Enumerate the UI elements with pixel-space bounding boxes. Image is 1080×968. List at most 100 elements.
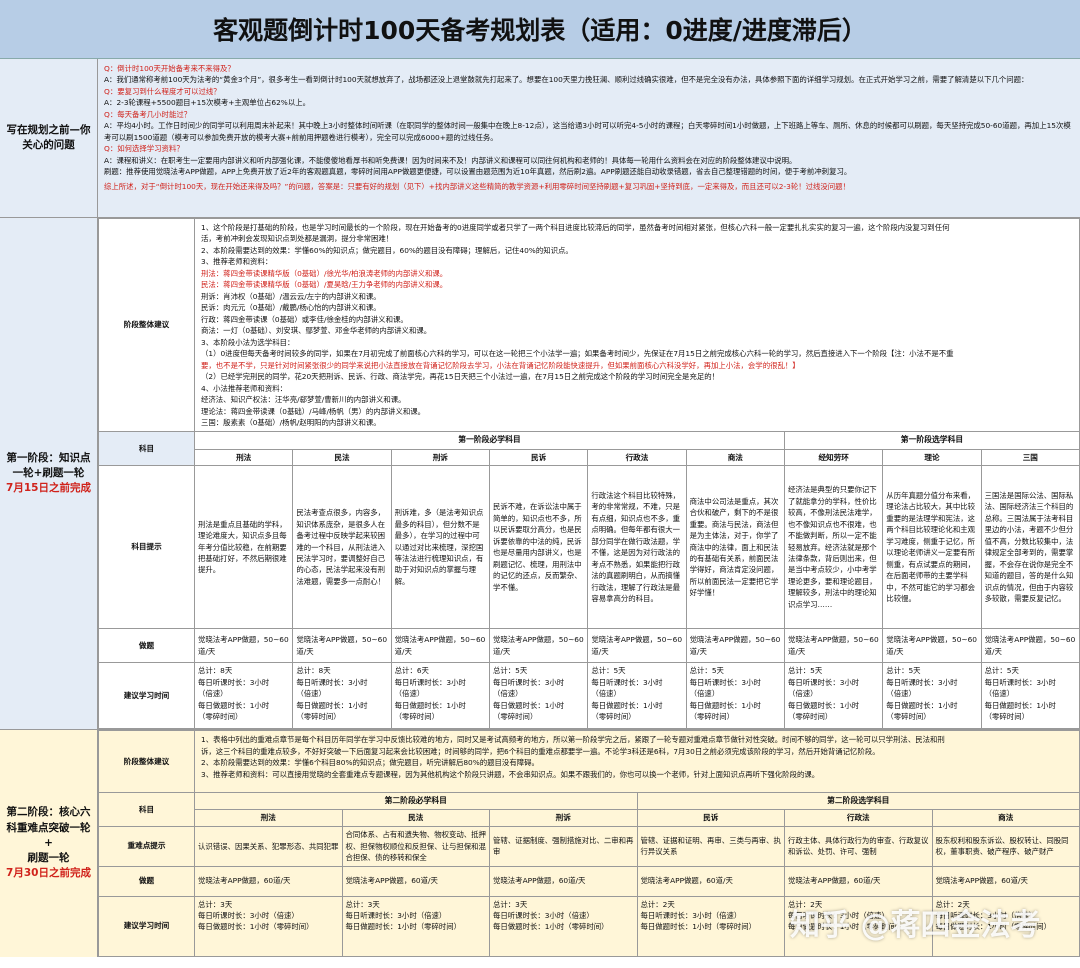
stage1-time-cell: 总计：5天 每日听课时长：3小时 （倍速） 每日做题时长：1小时 （零碎时间） — [783, 662, 884, 730]
time-line: 总计：3天 — [493, 899, 528, 909]
plan-line: 民诉：肉元元（0基础）/戴鹏/杨心怡的内部讲义和课。 — [201, 303, 381, 313]
watermark: 知乎 @蒋四金法考 — [790, 908, 1041, 943]
time-line: 每日听课时长：3小时（倍速） — [493, 911, 594, 920]
stage2-time-cell: 总计：3天 每日听课时长：3小时（倍速） 每日做题时长：1小时（零碎时间） — [489, 895, 638, 957]
stage2-practice-cell: 觉晓法考APP做题，60道/天 — [931, 865, 1080, 897]
time-line: 每日听课时长：3小时 — [689, 677, 761, 687]
stage2-label-line1: 第二阶段：核心六 — [6, 806, 91, 819]
stage1-time-cell: 总计：8天 每日听课时长：3小时 （倍速） 每日做题时长：1小时 （零碎时间） — [292, 662, 392, 730]
time-line: 每日听课时长：3小时 — [394, 677, 466, 687]
time-line: （零碎时间） — [492, 712, 538, 722]
stage1-time-cell: 总计：5天 每日听课时长：3小时 （倍速） 每日做题时长：1小时 （零碎时间） — [587, 662, 687, 730]
time-line: 每日做题时长：1小时 — [591, 700, 663, 710]
time-line: （倍速） — [198, 689, 228, 699]
time-line: 每日做题时长：1小时 — [198, 700, 270, 710]
stage1-deadline: 7月15日之前完成 — [6, 482, 91, 495]
time-line: 每日做题时长：1小时（零碎时间） — [198, 922, 314, 932]
stage2-time-cell: 总计：3天每日听课时长：3小时（倍速） 每日做题时长：1小时（零碎时间） — [194, 895, 343, 957]
stage1-tip-cell: 民法考查点很多，内容多，知识体系庞杂，是很多人在备考过程中反映学起来较困难的一个… — [292, 465, 392, 630]
plan-line: 刑法：蒋四金带读课精华版（0基础）/徐光华/柏浪涛老师的内部讲义和课。 — [201, 268, 448, 278]
plan-line: 民法：蒋四金带读课精华版（0基础）/夏昊晗/王力争老师的内部讲义和课。 — [201, 280, 448, 290]
time-line: 总计：6天 — [394, 666, 429, 676]
stage1-subject-2: 刑诉 — [390, 448, 490, 467]
plan-line: 1、表格中列出的重难点章节是每个科目历年同学在学习中反馈比较难的地方，同时又是考… — [201, 735, 945, 745]
time-line: （零碎时间） — [591, 712, 636, 722]
time-line: 总计：5天 — [492, 666, 528, 676]
stage1-time-cell: 总计：8天 每日听课时长：3小时 （倍速） 每日做题时长：1小时 （零碎时间） — [193, 662, 294, 730]
stage1-subject-5: 商法 — [685, 448, 785, 467]
stage1-tip-cell: 刑法是重点且基础的学科，理论难度大，知识点多且每年考分值比较稳，在前期要把基础打… — [193, 465, 294, 630]
qa-line: A：课程和讲义：在职考生一定要用内部讲义和听内部强化课，不能傻傻地看厚书和听免费… — [104, 155, 797, 165]
stage1-practice-cell: 觉晓法考APP做题，50~60道/天 — [783, 628, 884, 664]
stage1-subject-3: 民诉 — [488, 448, 589, 467]
stage1-plan-label: 阶段整体建议 — [98, 217, 195, 433]
time-line: （倍速） — [394, 689, 425, 699]
plan-line: 2、本阶段需要达到的效果：学懂6个科目80%的知识点；做完题目，听完讲解后80%… — [201, 758, 539, 768]
plan-line: 经济法、知识产权法：汪华亮/郄梦萱/曹新川的内部讲义和课。 — [201, 395, 406, 405]
time-line: 每日做题时长：1小时 — [296, 700, 368, 710]
time-line: 总计：5天 — [591, 666, 626, 676]
time-line: 每日听课时长：3小时 — [492, 677, 565, 687]
qa-line: A：平均4小时。工作日时间少的同学可以利用周末补起来！其中晚上3小时整体时间听课… — [104, 121, 1071, 142]
stage1-label-line1: 第一阶段：知识点 — [6, 451, 91, 464]
stage1-label: 第一阶段：知识点 一轮+刷题一轮 7月15日之前完成 — [0, 218, 98, 730]
time-line: 总计：8天 — [296, 666, 331, 676]
page-title: 客观题倒计时100天备考规划表（适用：0进度/进度滞后） — [0, 0, 1080, 59]
time-line: 每日做题时长：1小时 — [394, 700, 466, 710]
stage1-label-line2: 一轮+刷题一轮 — [12, 467, 85, 480]
stage2-subject-label: 科目 — [98, 792, 195, 828]
qa-line: A：2-3轮课程+5500题目+15次模考+主观单位占62%以上。 — [104, 98, 310, 108]
stage2-subject-1: 民法 — [341, 809, 490, 828]
qa-line: Q：要复习到什么程度才可以过线？ — [104, 86, 221, 96]
stage1-tip-cell: 民诉不难，在诉讼法中属于简单的，知识点也不多，所以民诉要取分高分，也是民诉要依靠… — [488, 465, 589, 630]
stage2-subject-3: 民诉 — [636, 809, 785, 828]
stage2-key-label: 重难点提示 — [98, 826, 195, 867]
stage1-subject-8: 三国 — [980, 448, 1080, 467]
time-line: 总计：5天 — [787, 666, 823, 676]
qa-line: A：我们通常称考前100天为法考的“黄金3个月”，很多考生一看到倒计时100天就… — [104, 75, 1029, 85]
plan-line: 3、推荐老师和资料： — [201, 257, 273, 267]
time-line: 每日做题时长：1小时 — [492, 700, 565, 710]
plan-line: 刑诉：肖沛权（0基础）/温云云/左宁的内部讲义和课。 — [201, 291, 381, 301]
time-line: （倍速） — [886, 689, 916, 699]
time-line: （零碎时间） — [296, 712, 341, 722]
stage1-practice-cell: 觉晓法考APP做题，50~60道/天 — [193, 628, 294, 664]
time-line: 每日听课时长：3小时 — [296, 677, 368, 687]
time-line: （倍速） — [787, 689, 818, 699]
stage2-key-cell: 管辖、证据和证明、再审、三类与再审、执行异议关系 — [636, 826, 785, 867]
stage2-label-line3: 刷题一轮 — [27, 852, 70, 865]
stage1-subject-0: 刑法 — [193, 448, 294, 467]
stage1-tip-cell: 商法中公司法是重点，其次合伙和破产，剩下的不是很重要。商法与民法，商法但是为主体… — [685, 465, 785, 630]
stage1-tip-cell: 刑诉难，多（是法考知识点最多的科目），但分数不是最多），在学习的过程中可以通过对… — [390, 465, 490, 630]
time-line: （零碎时间） — [198, 712, 243, 722]
time-line: 每日做题时长：1小时（零碎时间） — [640, 922, 757, 932]
time-line: 总计：5天 — [886, 666, 921, 676]
stage1-time-label: 建议学习时间 — [98, 662, 195, 730]
time-line: 每日做题时长：1小时 — [689, 700, 761, 710]
stage2-key-cell: 认识错误、因果关系、犯罪形态、共同犯罪 — [194, 826, 343, 867]
plan-line: 1、这个阶段是打基础的阶段，也是学习时间最长的一个阶段，现在开始备考的0进度同学… — [201, 223, 950, 232]
time-line: （倍速） — [492, 689, 523, 699]
plan-line: 2、本阶段需要达到的效果：学懂60%的知识点；做完题目，60%的题目没有障碍；理… — [201, 245, 573, 255]
time-line: 每日做题时长：1小时 — [787, 700, 860, 710]
time-line: 总计：3天 — [198, 899, 233, 909]
time-line: （零碎时间） — [689, 712, 734, 722]
stage2-key-cell: 管辖、证据制度、强制措施对比、二审和再审 — [489, 826, 638, 867]
stage1-subject-6: 经知劳环 — [783, 448, 884, 467]
time-line: （零碎时间） — [394, 712, 440, 722]
stage2-must-head: 第二阶段必学科目 — [194, 792, 638, 811]
plan-line: 4、小法推荐老师和资料： — [201, 383, 288, 393]
stage1-practice-cell: 觉晓法考APP做题，50~60道/天 — [587, 628, 687, 664]
plan-line: 行政：蒋四金带读课（0基础）或李佳/徐金桂的内部讲义和课。 — [201, 314, 408, 324]
time-line: 每日听课时长：3小时 — [787, 677, 860, 687]
stage1-practice-label: 做题 — [98, 628, 195, 664]
stage1-tip-cell: 行政法这个科目比较特殊，考的非常常规，不难，只是有点细，知识点也不多，重点明确。… — [587, 465, 687, 630]
plan-line: 3、本阶段小法为选学科目： — [201, 337, 295, 347]
time-line: 每日听课时长：3小时（倍速） — [198, 911, 299, 920]
qa-line: Q：每天备考几小时能过？ — [104, 109, 192, 119]
qa-line: Q：倒计时100天开始备考来不来得及？ — [104, 64, 235, 73]
stage1-practice-cell: 觉晓法考APP做题，50~60道/天 — [390, 628, 490, 664]
time-line: 总计：5天 — [689, 666, 724, 676]
stage2-practice-cell: 觉晓法考APP做题，60道/天 — [341, 865, 490, 897]
section-questions: 写在规划之前—你关心的问题 Q：倒计时100天开始备考来不来得及？ A：我们通常称… — [0, 59, 1080, 218]
